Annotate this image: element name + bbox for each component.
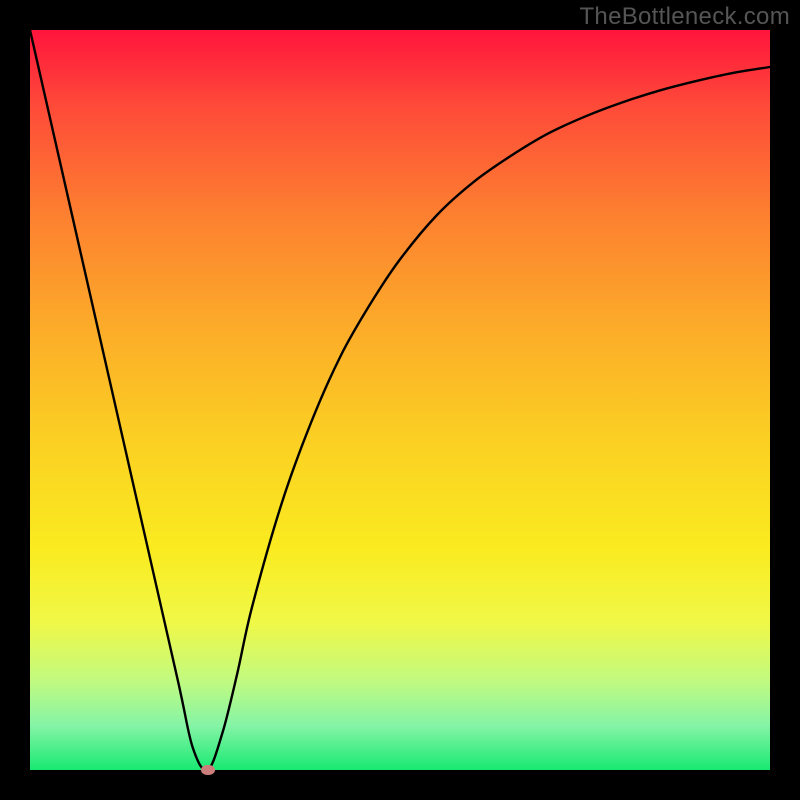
curve-svg [30, 30, 770, 770]
plot-area [30, 30, 770, 770]
optimal-point-marker [201, 765, 215, 775]
bottleneck-curve [30, 30, 770, 770]
chart-container: TheBottleneck.com [0, 0, 800, 800]
watermark-text: TheBottleneck.com [579, 3, 790, 31]
